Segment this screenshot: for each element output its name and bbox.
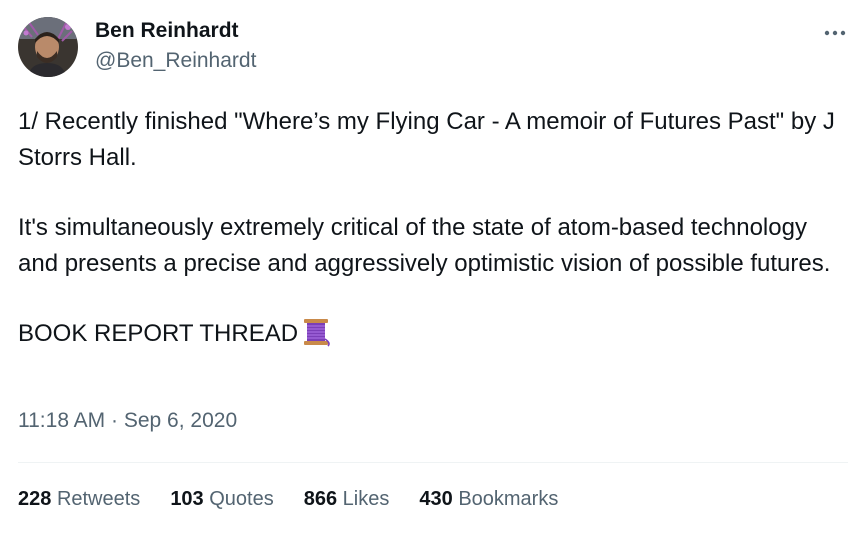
quotes-count: 103	[170, 488, 204, 510]
tweet: Ben Reinhardt @Ben_Reinhardt 1/ Recently…	[0, 0, 865, 536]
author-name[interactable]: Ben Reinhardt	[95, 19, 239, 43]
thread-spool-icon	[301, 317, 331, 358]
thread-label: BOOK REPORT THREAD	[18, 320, 299, 347]
tweet-paragraph: It's simultaneously extremely critical o…	[18, 214, 831, 277]
more-options-button[interactable]	[820, 18, 850, 48]
tweet-time[interactable]: 11:18 AM	[18, 409, 105, 432]
bookmarks-label: Bookmarks	[458, 488, 559, 510]
tweet-paragraph: 1/ Recently finished "Where’s my Flying …	[18, 108, 835, 171]
engagement-stats: 228 Retweets 103 Quotes 866 Likes 430 Bo…	[18, 488, 588, 511]
avatar-image	[18, 17, 78, 77]
retweets-label: Retweets	[56, 488, 141, 510]
bookmarks-stat[interactable]: 430 Bookmarks	[419, 488, 558, 511]
likes-label: Likes	[342, 488, 390, 510]
tweet-text: 1/ Recently finished "Where’s my Flying …	[18, 104, 848, 358]
more-options-icon	[824, 30, 846, 36]
likes-count: 866	[303, 488, 338, 510]
likes-stat[interactable]: 866 Likes	[304, 488, 390, 511]
bookmarks-count: 430	[419, 488, 453, 510]
timestamp-separator: ·	[111, 409, 119, 432]
avatar[interactable]	[18, 17, 78, 77]
divider	[18, 462, 848, 463]
retweets-count: 228	[18, 488, 52, 510]
retweets-stat[interactable]: 228 Retweets	[18, 488, 140, 511]
quotes-stat[interactable]: 103 Quotes	[170, 488, 273, 511]
tweet-timestamp: 11:18 AM · Sep 6, 2020	[18, 409, 237, 433]
quotes-label: Quotes	[209, 488, 274, 510]
tweet-date[interactable]: Sep 6, 2020	[124, 409, 237, 432]
tweet-paragraph-thread: BOOK REPORT THREAD	[18, 316, 848, 358]
author-handle[interactable]: @Ben_Reinhardt	[95, 49, 256, 73]
